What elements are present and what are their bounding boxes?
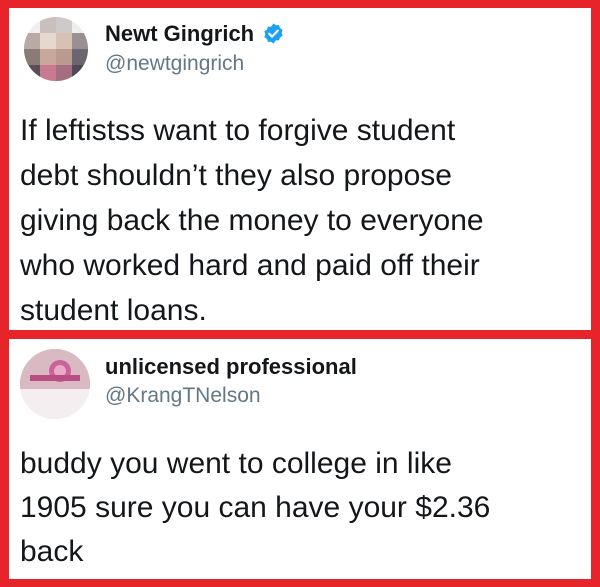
tweet-card-krang: unlicensed professional @KrangTNelson bu…: [9, 339, 591, 579]
avatar[interactable]: [20, 349, 90, 419]
user-handle[interactable]: @KrangTNelson: [105, 384, 261, 408]
display-name[interactable]: Newt Gingrich: [105, 21, 254, 47]
user-handle[interactable]: @newtgingrich: [105, 52, 244, 76]
verified-badge-icon: [264, 23, 283, 44]
tweet-text: If leftistss want to forgive student deb…: [20, 114, 484, 327]
tweet-card-newt: Newt Gingrich @newtgingrich If leftistss…: [9, 8, 591, 330]
news-photo-avatar-icon: [20, 349, 90, 419]
display-name[interactable]: unlicensed professional: [105, 354, 357, 380]
avatar[interactable]: [24, 17, 88, 81]
tweet-text: buddy you went to college in like 1905 s…: [20, 447, 491, 568]
blurred-avatar-icon: [24, 17, 88, 81]
